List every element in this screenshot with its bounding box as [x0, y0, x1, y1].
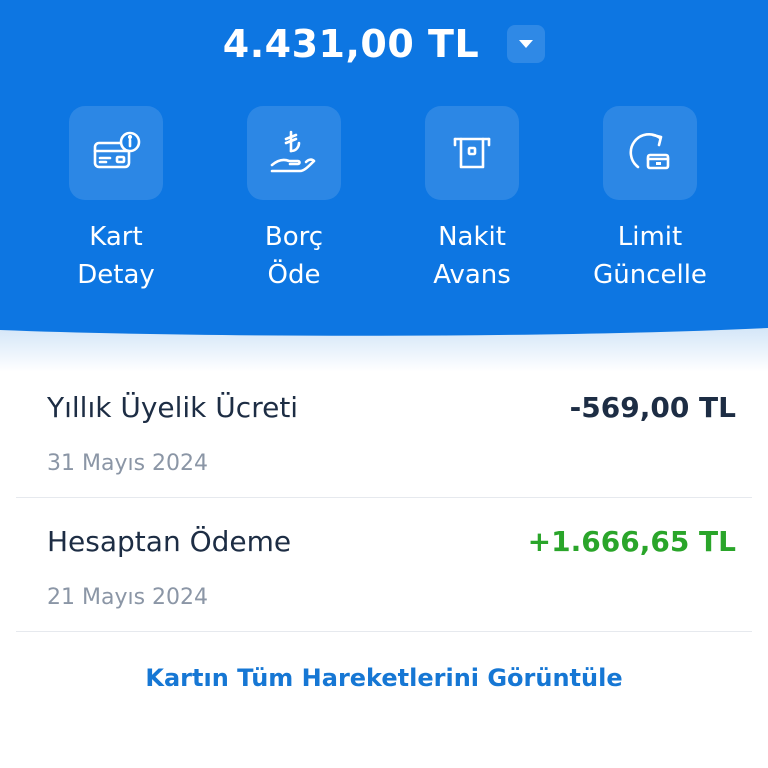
header-panel: 4.431,00 TL Kart Detay Borç Öde Nakit Av…: [0, 0, 768, 340]
limit-update-label-line1: Limit: [617, 222, 683, 252]
cash-advance-label-line2: Avans: [433, 260, 511, 290]
view-all-transactions-link[interactable]: Kartın Tüm Hareketlerini Görüntüle: [0, 664, 768, 692]
balance-amount: 4.431,00 TL: [222, 22, 480, 66]
transaction-title: Yıllık Üyelik Ücreti: [47, 391, 299, 424]
cash-advance-label: Nakit Avans: [392, 218, 552, 294]
card-info-icon: [93, 131, 141, 169]
cash-advance-button[interactable]: Nakit Avans: [392, 106, 552, 294]
card-detail-tile: [69, 106, 163, 200]
transaction-row[interactable]: Yıllık Üyelik Ücreti 31 Mayıs 2024 -569,…: [16, 363, 752, 498]
cash-advance-tile: [425, 106, 519, 200]
transaction-title: Hesaptan Ödeme: [47, 525, 292, 558]
transaction-row[interactable]: Hesaptan Ödeme 21 Mayıs 2024 +1.666,65 T…: [16, 497, 752, 632]
card-detail-label-line2: Detay: [77, 260, 155, 290]
pay-debt-label: Borç Öde: [214, 218, 374, 294]
balance-row: 4.431,00 TL: [0, 14, 768, 74]
hand-lira-icon: [270, 130, 316, 173]
card-detail-label: Kart Detay: [36, 218, 196, 294]
limit-update-label-line2: Güncelle: [593, 260, 707, 290]
limit-update-label: Limit Güncelle: [570, 218, 730, 294]
pay-debt-label-line1: Borç: [264, 222, 324, 252]
cash-advance-label-line1: Nakit: [438, 222, 506, 252]
card-detail-button[interactable]: Kart Detay: [36, 106, 196, 294]
transaction-amount: -569,00 TL: [569, 391, 736, 424]
pay-debt-label-line2: Öde: [267, 260, 321, 290]
limit-refresh-icon: [629, 133, 670, 170]
limit-update-tile: [603, 106, 697, 200]
limit-update-button[interactable]: Limit Güncelle: [570, 106, 730, 294]
pay-debt-button[interactable]: Borç Öde: [214, 106, 374, 294]
transaction-amount: +1.666,65 TL: [527, 525, 736, 558]
transaction-date: 21 Mayıs 2024: [47, 585, 209, 610]
chevron-down-icon: [519, 40, 534, 48]
transaction-date: 31 Mayıs 2024: [47, 451, 209, 476]
card-detail-label-line1: Kart: [89, 222, 143, 252]
pay-debt-tile: [247, 106, 341, 200]
balance-dropdown-button[interactable]: [507, 25, 546, 63]
atm-cash-icon: [453, 137, 491, 169]
